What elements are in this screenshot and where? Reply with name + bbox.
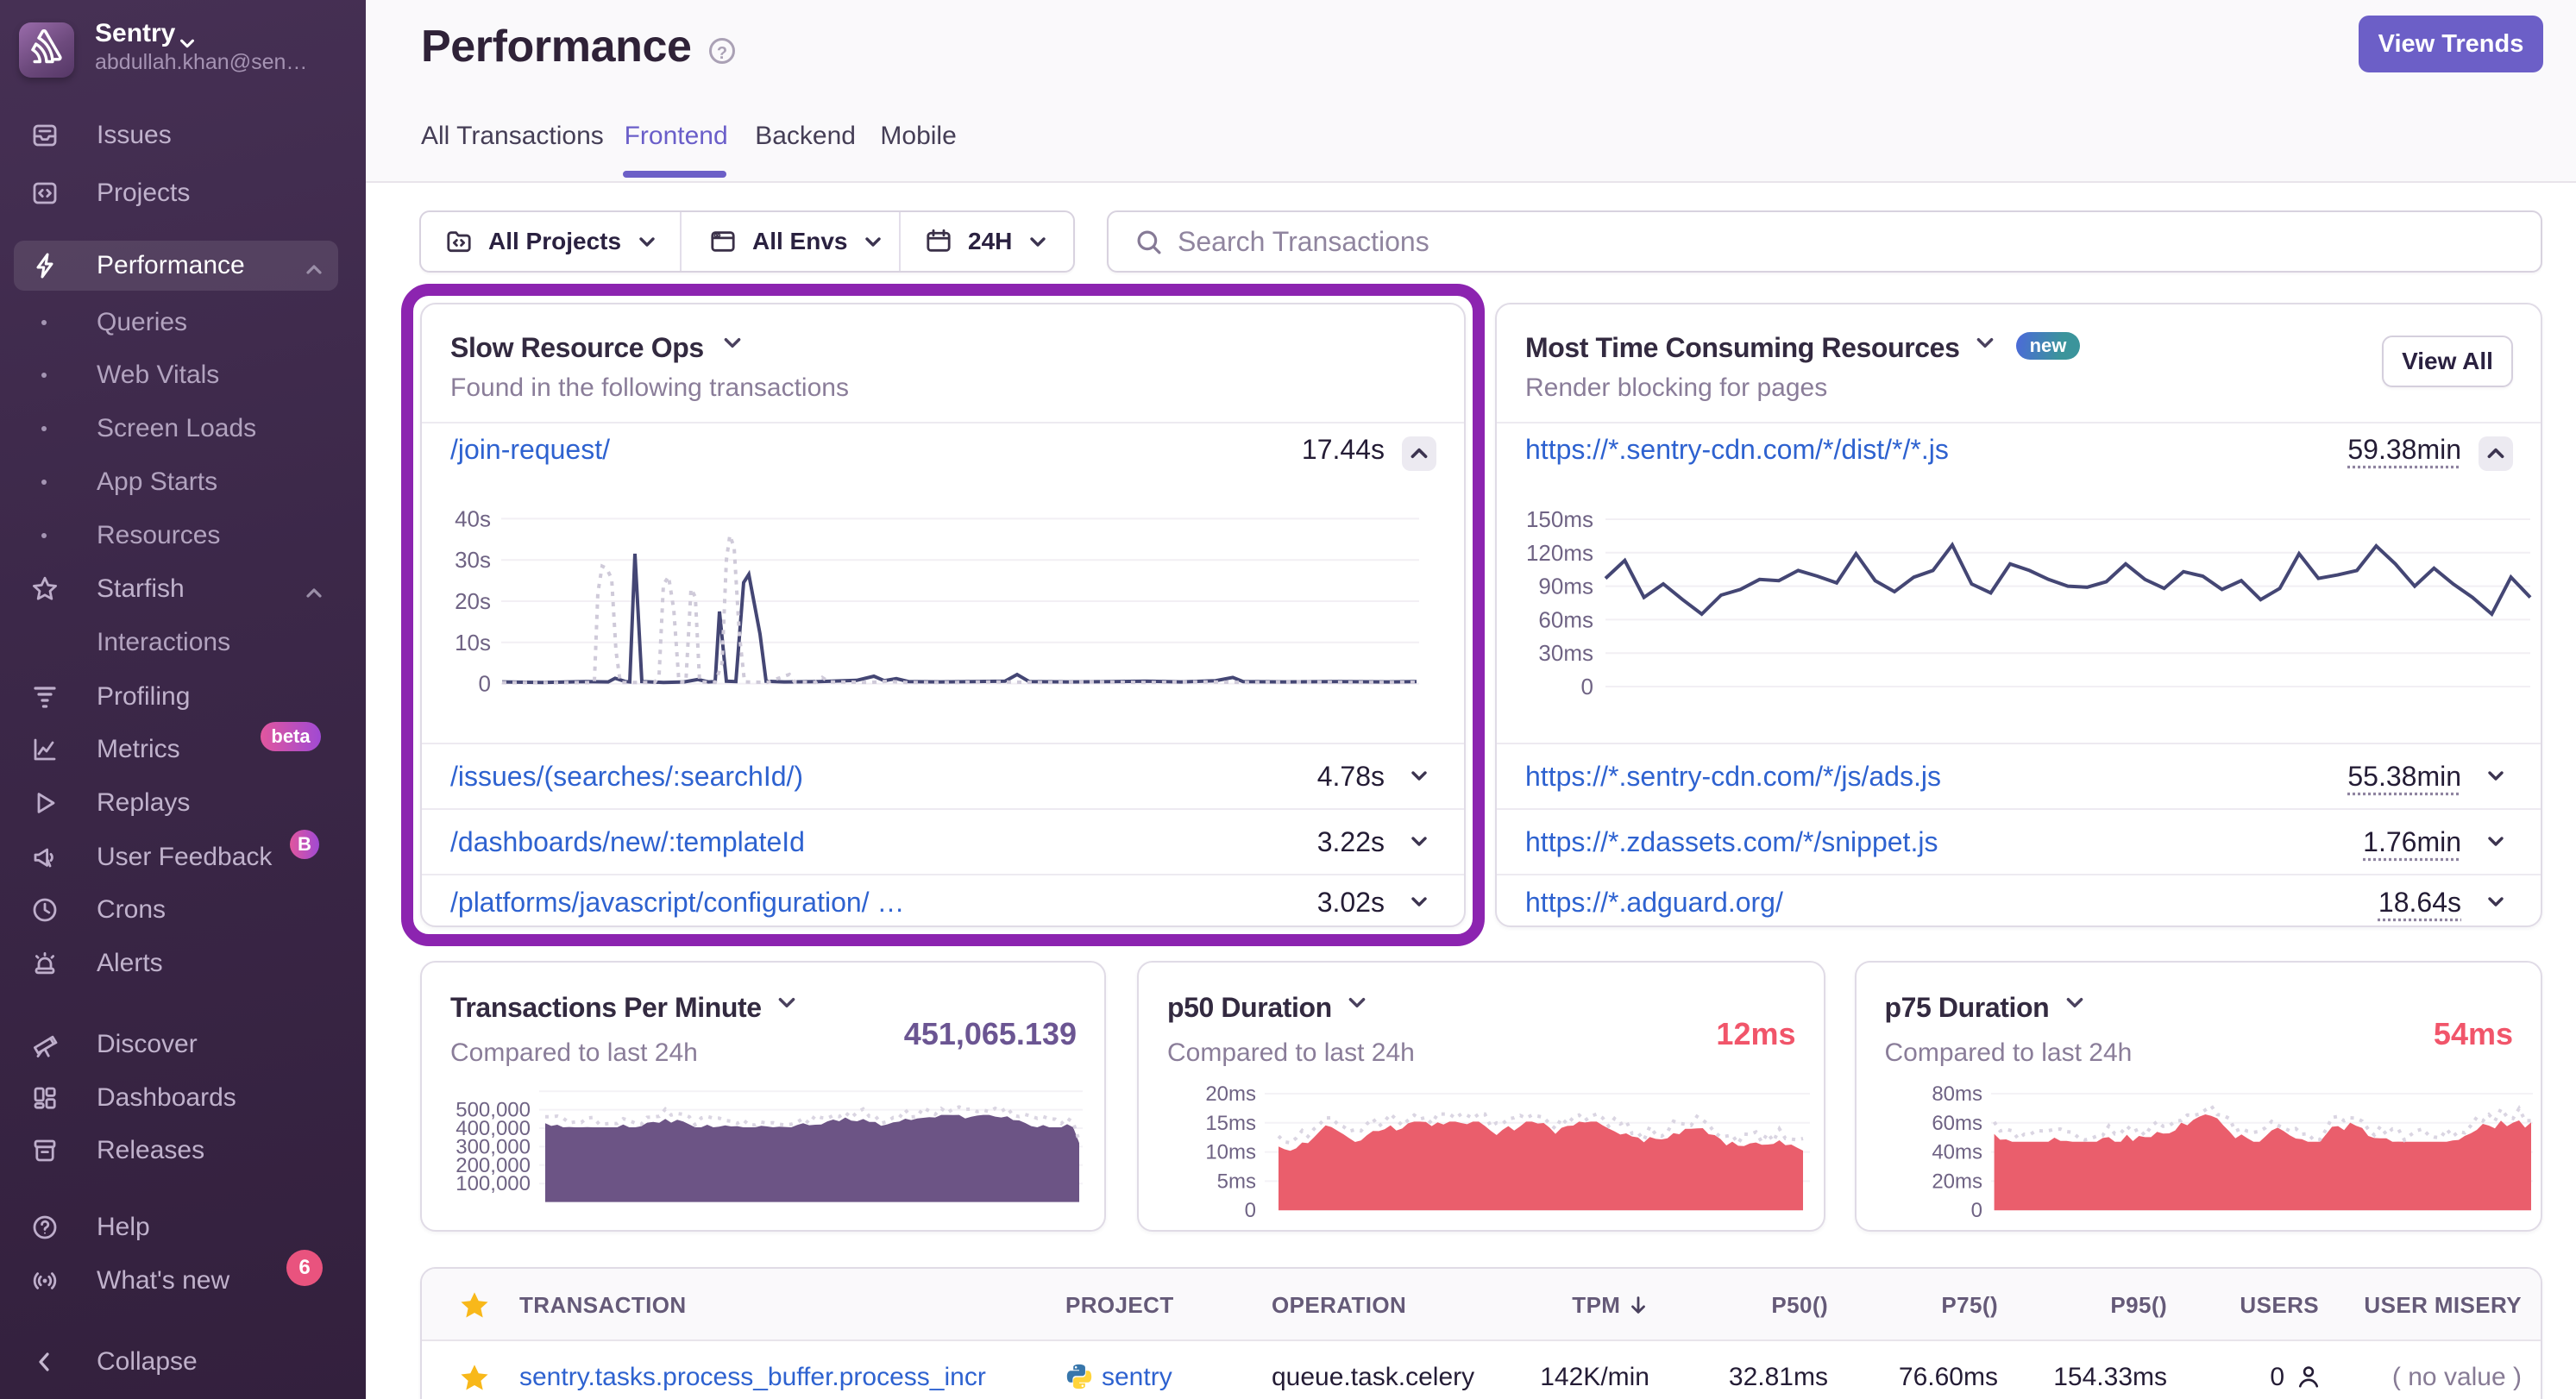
svg-text:80ms: 80ms xyxy=(1932,1082,1982,1106)
svg-text:100,000: 100,000 xyxy=(456,1172,531,1195)
svg-text:20ms: 20ms xyxy=(1932,1170,1982,1193)
svg-text:60ms: 60ms xyxy=(1932,1112,1982,1135)
svg-text:20s: 20s xyxy=(455,588,491,614)
svg-text:15ms: 15ms xyxy=(1205,1112,1256,1135)
svg-text:10s: 10s xyxy=(455,630,491,656)
svg-text:60ms: 60ms xyxy=(1538,606,1593,632)
svg-text:5ms: 5ms xyxy=(1217,1170,1256,1193)
svg-text:0: 0 xyxy=(1245,1199,1256,1222)
svg-text:20ms: 20ms xyxy=(1205,1082,1256,1106)
svg-text:0: 0 xyxy=(1581,674,1593,700)
svg-text:10ms: 10ms xyxy=(1205,1141,1256,1164)
svg-text:40s: 40s xyxy=(455,505,491,531)
svg-text:150ms: 150ms xyxy=(1526,506,1593,532)
svg-text:90ms: 90ms xyxy=(1538,574,1593,599)
svg-text:30ms: 30ms xyxy=(1538,640,1593,666)
svg-text:120ms: 120ms xyxy=(1526,540,1593,566)
svg-text:30s: 30s xyxy=(455,547,491,573)
svg-text:40ms: 40ms xyxy=(1932,1141,1982,1164)
svg-text:0: 0 xyxy=(1970,1199,1982,1222)
svg-text:0: 0 xyxy=(479,671,491,697)
